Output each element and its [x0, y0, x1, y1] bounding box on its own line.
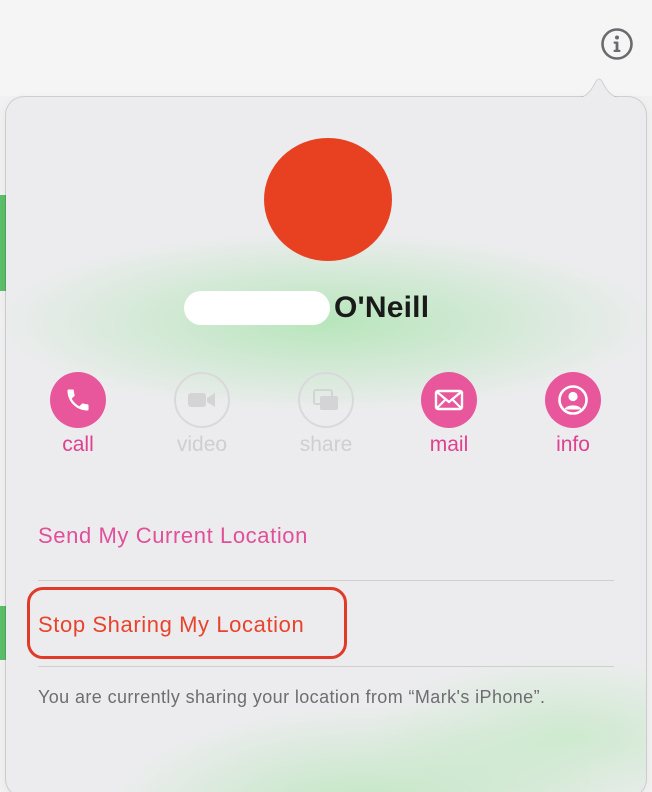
- call-action-button[interactable]: call: [33, 372, 123, 457]
- video-action-button[interactable]: video: [157, 372, 247, 457]
- mail-action-button[interactable]: mail: [404, 372, 494, 457]
- divider: [38, 580, 614, 581]
- mail-action-circle: [421, 372, 477, 428]
- call-label: call: [62, 433, 94, 456]
- info-action-button[interactable]: info: [528, 372, 618, 457]
- video-label: video: [176, 433, 228, 456]
- share-action-circle: [298, 372, 354, 428]
- redacted-first-name: [184, 291, 330, 325]
- share-label: share: [299, 433, 353, 456]
- person-icon: [558, 385, 588, 415]
- contact-avatar: [264, 138, 392, 261]
- popover-arrow: [569, 78, 629, 99]
- window-top-area: [0, 0, 652, 96]
- info-circle-icon: [601, 28, 633, 60]
- divider: [38, 666, 614, 667]
- info-action-circle: [545, 372, 601, 428]
- envelope-icon: [434, 389, 464, 411]
- share-action-button[interactable]: share: [281, 372, 371, 457]
- info-button[interactable]: [600, 27, 634, 61]
- contact-details-popover: O'Neill call video share mail info Send …: [6, 78, 646, 792]
- location-sharing-note: You are currently sharing your location …: [38, 687, 546, 707]
- mail-label: mail: [429, 433, 469, 456]
- share-screen-icon: [313, 389, 338, 410]
- stop-sharing-location-button[interactable]: Stop Sharing My Location: [38, 612, 304, 638]
- contact-name: O'Neill: [184, 290, 429, 326]
- info-label: info: [556, 433, 590, 456]
- call-action-circle: [50, 372, 106, 428]
- contact-last-name: O'Neill: [334, 291, 430, 324]
- video-action-circle: [174, 372, 230, 428]
- video-camera-icon: [188, 393, 215, 407]
- phone-icon: [67, 389, 89, 411]
- send-current-location-button[interactable]: Send My Current Location: [38, 523, 308, 549]
